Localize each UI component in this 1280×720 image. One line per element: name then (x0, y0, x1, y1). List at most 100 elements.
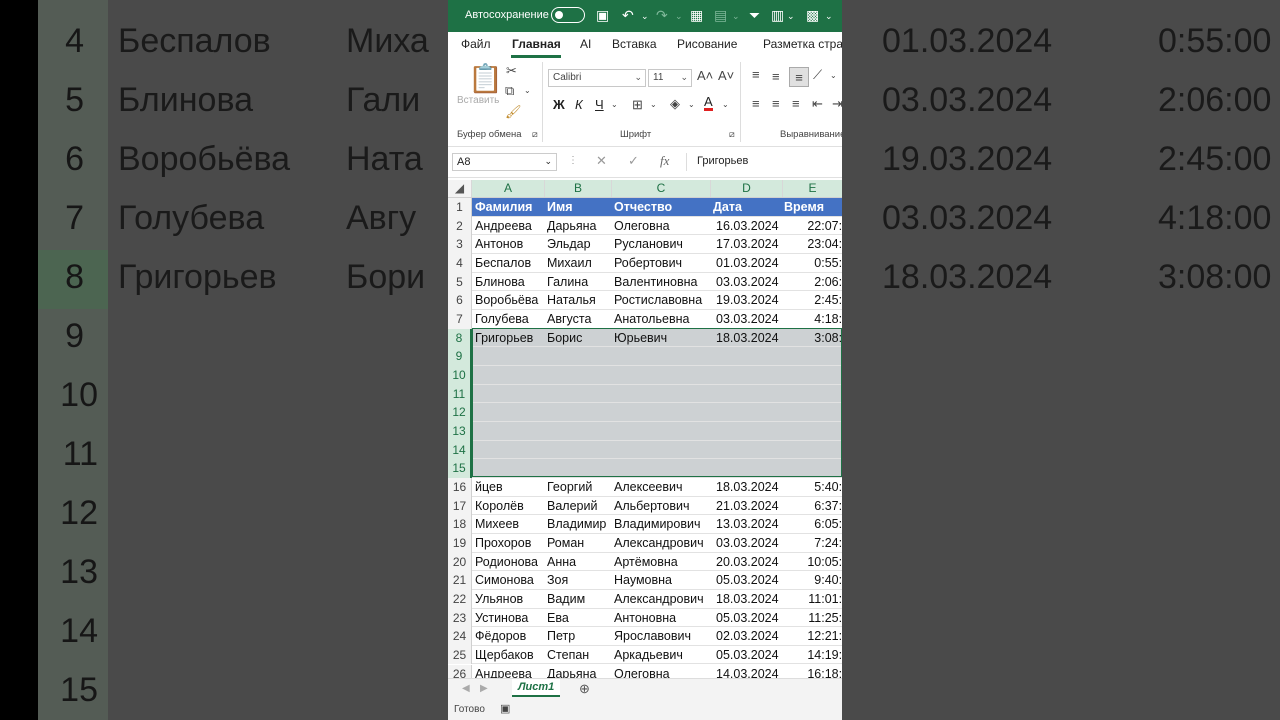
cell-c[interactable]: Аркадьевич (614, 648, 683, 662)
align-left-icon[interactable]: ≡ (752, 96, 760, 111)
cell-e[interactable]: 11:25:00 (808, 611, 842, 625)
cell-e[interactable]: 11:01:00 (808, 592, 842, 606)
cell-d[interactable]: 05.03.2024 (716, 611, 779, 625)
table-row[interactable]: Симонова Зоя Наумовна 05.03.2024 9:40:00 (472, 571, 842, 590)
borders-icon[interactable]: ⊞ (632, 97, 643, 113)
row-header[interactable]: 17 (448, 496, 472, 516)
freeze-icon[interactable]: ▩ (806, 7, 819, 24)
row-header[interactable]: 26 (448, 664, 472, 678)
cell-b[interactable]: Анна (547, 555, 576, 569)
cell-d[interactable]: 13.03.2024 (716, 517, 779, 531)
cell-c[interactable]: Владимирович (614, 517, 700, 531)
row-header[interactable]: 6 (448, 291, 472, 310)
cell-e[interactable]: 4:18:00 (814, 312, 842, 326)
cell-c[interactable]: Ростиславовна (614, 293, 702, 307)
column-header-c[interactable]: C (612, 180, 711, 197)
table-row[interactable]: Михеев Владимир Владимирович 13.03.2024 6:05… (472, 515, 842, 534)
table-row[interactable]: Голубева Августа Анатольевна 03.03.2024 4:18… (472, 310, 842, 329)
row-header[interactable]: 20 (448, 552, 472, 572)
row-header[interactable]: 13 (448, 421, 472, 441)
cell-e[interactable]: 3:08:00 (814, 331, 842, 345)
tab-ai[interactable]: AI (580, 37, 591, 51)
cell-c[interactable]: Робертович (614, 256, 682, 270)
column-header-e[interactable]: E (783, 180, 842, 197)
cell-b[interactable]: Имя (547, 200, 573, 214)
tab-file[interactable]: Файл (461, 37, 491, 51)
cell-c[interactable]: Олеговна (614, 219, 670, 233)
table-row[interactable] (472, 384, 842, 404)
column-header-a[interactable]: A (472, 180, 545, 197)
copy-icon[interactable]: ⧉ (505, 83, 514, 99)
cell-a[interactable]: Фамилия (475, 200, 532, 214)
formula-input[interactable]: Григорьев (686, 153, 842, 171)
cell-a[interactable]: Устинова (475, 611, 528, 625)
column-header-b[interactable]: B (545, 180, 612, 197)
cell-c[interactable]: Александрович (614, 536, 704, 550)
cell-d[interactable]: 20.03.2024 (716, 555, 779, 569)
cell-c[interactable]: Отчество (614, 200, 672, 214)
row-header[interactable]: 4 (448, 253, 472, 273)
table-row[interactable] (472, 403, 842, 422)
cancel-icon[interactable]: ✕ (596, 153, 607, 169)
cell-a[interactable]: Михеев (475, 517, 519, 531)
cell-b[interactable]: Борис (547, 331, 582, 345)
cell-a[interactable]: Голубева (475, 312, 529, 326)
cell-d[interactable]: 21.03.2024 (716, 499, 779, 513)
tab-home[interactable]: Главная (512, 37, 561, 51)
increase-indent-icon[interactable]: ⇥ (832, 96, 842, 112)
row-header[interactable]: 25 (448, 645, 472, 665)
cell-c[interactable]: Александрович (614, 592, 704, 606)
cell-b[interactable]: Валерий (547, 499, 597, 513)
cell-b[interactable]: Роман (547, 536, 584, 550)
tab-insert[interactable]: Вставка (612, 37, 657, 51)
row-header[interactable]: 12 (448, 403, 472, 422)
row-header[interactable]: 19 (448, 533, 472, 553)
orientation-icon[interactable]: ⟋ (813, 67, 822, 83)
cell-e[interactable]: 5:40:00 (814, 480, 842, 494)
cell-d[interactable]: 05.03.2024 (716, 573, 779, 587)
cell-e[interactable]: 22:07:00 (807, 219, 842, 233)
cell-b[interactable]: Михаил (547, 256, 592, 270)
save-icon[interactable]: ▣ (596, 7, 609, 24)
cell-a[interactable]: Королёв (475, 499, 524, 513)
cell-a[interactable]: Родионова (475, 555, 538, 569)
cell-e[interactable]: 0:55:00 (814, 256, 842, 270)
table-row[interactable] (472, 440, 842, 460)
cell-e[interactable]: 6:37:00 (814, 499, 842, 513)
cell-c[interactable]: Алексеевич (614, 480, 682, 494)
cell-c[interactable]: Валентиновна (614, 275, 698, 289)
filter-icon[interactable]: ⏷ (749, 7, 760, 24)
table-row[interactable]: Андреева Дарьяна Олеговна 16.03.2024 22:07:0… (472, 217, 842, 236)
cell-d[interactable]: 01.03.2024 (716, 256, 779, 270)
select-all-corner[interactable]: ◢ (448, 180, 472, 197)
more-icon[interactable]: ⋮ (568, 155, 578, 166)
align-top-icon[interactable]: ≡ (752, 67, 760, 82)
cell-d[interactable]: 14.03.2024 (716, 667, 779, 679)
row-header[interactable]: 11 (448, 384, 472, 404)
cell-d[interactable]: 03.03.2024 (716, 536, 779, 550)
cell-e[interactable]: 23:04:00 (807, 237, 842, 251)
cell-e[interactable]: Время (784, 200, 824, 214)
cell-a[interactable]: Григорьев (475, 331, 533, 345)
table-row[interactable]: Ульянов Вадим Александрович 18.03.2024 11:01… (472, 590, 842, 609)
table-row[interactable]: Блинова Галина Валентиновна 03.03.2024 2:06:… (472, 273, 842, 292)
fill-color-icon[interactable]: ◈ (670, 96, 680, 112)
decrease-font-icon[interactable]: A˅ (718, 68, 734, 83)
table-row[interactable] (472, 459, 842, 478)
row-header[interactable]: 8 (448, 328, 472, 348)
accessibility-icon[interactable]: ▣ (500, 702, 510, 715)
row-header[interactable]: 18 (448, 515, 472, 534)
row-header[interactable]: 9 (448, 347, 472, 366)
table-row[interactable] (472, 365, 842, 385)
cell-d[interactable]: 18.03.2024 (716, 592, 779, 606)
decrease-indent-icon[interactable]: ⇤ (812, 96, 823, 112)
table-row[interactable]: Воробьёва Наталья Ростиславовна 19.03.2024 2… (472, 291, 842, 310)
redo-icon[interactable]: ↷ (656, 7, 668, 24)
cell-b[interactable]: Дарьяна (547, 219, 597, 233)
cell-b[interactable]: Петр (547, 629, 575, 643)
cell-a[interactable]: Блинова (475, 275, 525, 289)
row-header[interactable]: 14 (448, 440, 472, 460)
enter-icon[interactable]: ✓ (628, 153, 639, 169)
cell-c[interactable]: Олеговна (614, 667, 670, 679)
row-header[interactable]: 15 (448, 459, 472, 478)
